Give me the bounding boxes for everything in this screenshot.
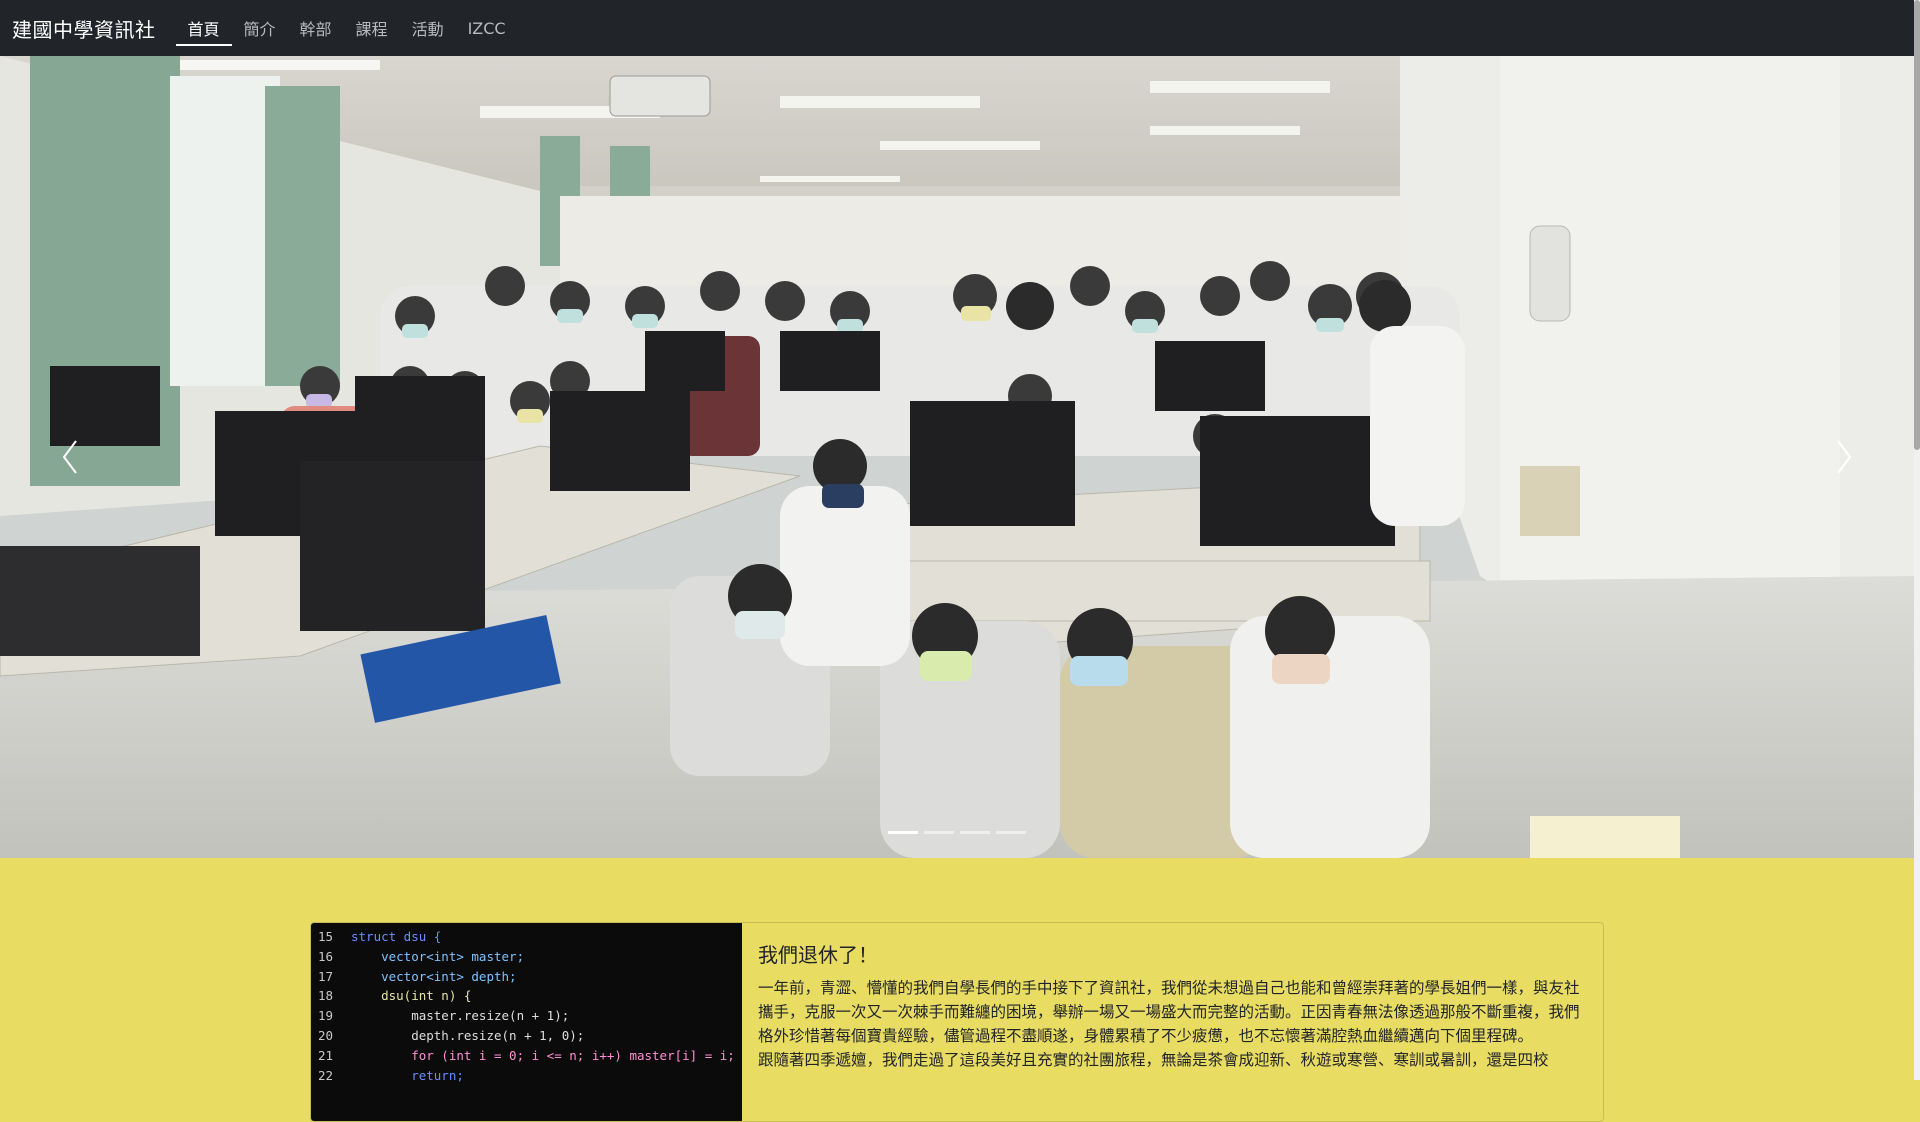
nav-item-events[interactable]: 活動 [400,0,456,56]
retirement-card: 15 struct dsu { 16 vector<int> master; 17… [310,922,1604,1122]
code-line: 17 vector<int> depth; [317,968,517,984]
carousel-indicators [888,831,1026,834]
navbar: 建國中學資訊社 首頁 簡介 幹部 課程 活動 IZCC [0,0,1914,56]
code-snippet-image: 15 struct dsu { 16 vector<int> master; 17… [311,923,742,1121]
code-line: 18 dsu(int n) { [317,988,472,1004]
club-group-photo [0,56,1914,858]
carousel-next-button[interactable] [1774,56,1914,858]
card-body: 我們退休了！ 一年前，青澀、懵懂的我們自學長們的手中接下了資訊社，我們從未想過自… [742,923,1603,1121]
card-title: 我們退休了！ [758,943,878,967]
code-line: 21 for (int i = 0; i <= n; i++) master[i… [317,1047,735,1063]
code-line: 19 master.resize(n + 1); [317,1008,570,1024]
card-text-continued: 跟隨著四季遞嬗，我們走過了這段美好且充實的社團旅程，無論是茶會成迎新、秋遊或寒營… [758,1051,1549,1069]
nav-item-izcc[interactable]: IZCC [456,0,518,56]
code-line: 15 struct dsu { [317,929,442,944]
hero-carousel [0,56,1914,858]
page-scrollbar[interactable] [1914,0,1920,1080]
chevron-right-icon [1837,440,1852,474]
nav-item-courses[interactable]: 課程 [344,0,400,56]
code-line: 20 depth.resize(n + 1, 0); [317,1027,585,1043]
nav-menu: 首頁 簡介 幹部 課程 活動 IZCC [175,0,518,56]
nav-item-home[interactable]: 首頁 [175,0,232,56]
brand-title[interactable]: 建國中學資訊社 [12,14,156,43]
carousel-indicator-2[interactable] [924,831,954,834]
carousel-indicator-1[interactable] [888,831,918,834]
nav-item-officers[interactable]: 幹部 [288,0,344,56]
scrollbar-thumb[interactable] [1914,0,1920,450]
card-text: 一年前，青澀、懵懂的我們自學長們的手中接下了資訊社，我們從未想過自己也能和曾經崇… [758,979,1580,1045]
carousel-indicator-3[interactable] [960,831,990,834]
carousel-indicator-4[interactable] [996,831,1026,834]
code-line: 16 vector<int> master; [317,948,525,964]
code-line: 22 return; [317,1067,464,1083]
carousel-prev-button[interactable] [0,56,140,858]
nav-item-intro[interactable]: 簡介 [232,0,288,56]
chevron-left-icon [62,440,77,474]
